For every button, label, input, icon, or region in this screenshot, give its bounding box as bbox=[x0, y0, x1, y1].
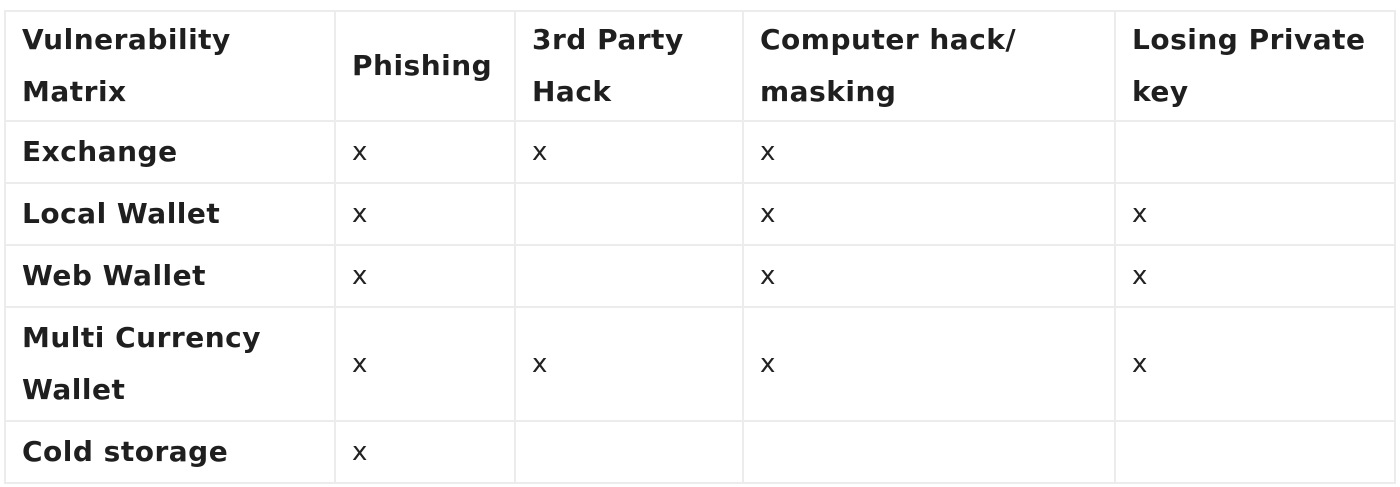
table-cell bbox=[1114, 420, 1396, 484]
matrix-table: Vulnerability Matrix Phishing 3rd Party … bbox=[4, 10, 1396, 484]
table-cell: x bbox=[1114, 244, 1396, 308]
header-cell-matrix-title: Vulnerability Matrix bbox=[4, 10, 336, 122]
table-cell: x bbox=[514, 120, 744, 184]
table-cell bbox=[742, 420, 1116, 484]
table-cell: x bbox=[334, 244, 516, 308]
table-cell: x bbox=[1114, 306, 1396, 422]
table-cell bbox=[514, 420, 744, 484]
table-cell: x bbox=[742, 306, 1116, 422]
header-row: Vulnerability Matrix Phishing 3rd Party … bbox=[4, 10, 1396, 122]
row-label: Cold storage bbox=[4, 420, 336, 484]
table-cell bbox=[1114, 120, 1396, 184]
table-cell bbox=[514, 244, 744, 308]
table-row-exchange: Exchange x x x bbox=[4, 120, 1396, 184]
row-label: Multi Currency Wallet bbox=[4, 306, 336, 422]
table-cell: x bbox=[1114, 182, 1396, 246]
table-row-local-wallet: Local Wallet x x x bbox=[4, 182, 1396, 246]
row-label: Local Wallet bbox=[4, 182, 336, 246]
row-label: Web Wallet bbox=[4, 244, 336, 308]
header-cell-phishing: Phishing bbox=[334, 10, 516, 122]
table-cell: x bbox=[742, 182, 1116, 246]
table-row-web-wallet: Web Wallet x x x bbox=[4, 244, 1396, 308]
table-cell bbox=[514, 182, 744, 246]
header-cell-computer-hack: Computer hack/ masking bbox=[742, 10, 1116, 122]
table-cell: x bbox=[334, 306, 516, 422]
table-row-multi-currency-wallet: Multi Currency Wallet x x x x bbox=[4, 306, 1396, 422]
table-cell: x bbox=[742, 244, 1116, 308]
header-cell-3rd-party-hack: 3rd Party Hack bbox=[514, 10, 744, 122]
table-row-cold-storage: Cold storage x bbox=[4, 420, 1396, 484]
vulnerability-matrix: Vulnerability Matrix Phishing 3rd Party … bbox=[4, 10, 1396, 484]
table-cell: x bbox=[334, 120, 516, 184]
row-label: Exchange bbox=[4, 120, 336, 184]
table-cell: x bbox=[334, 182, 516, 246]
table-cell: x bbox=[514, 306, 744, 422]
header-cell-losing-private-key: Losing Private key bbox=[1114, 10, 1396, 122]
table-cell: x bbox=[742, 120, 1116, 184]
table-cell: x bbox=[334, 420, 516, 484]
